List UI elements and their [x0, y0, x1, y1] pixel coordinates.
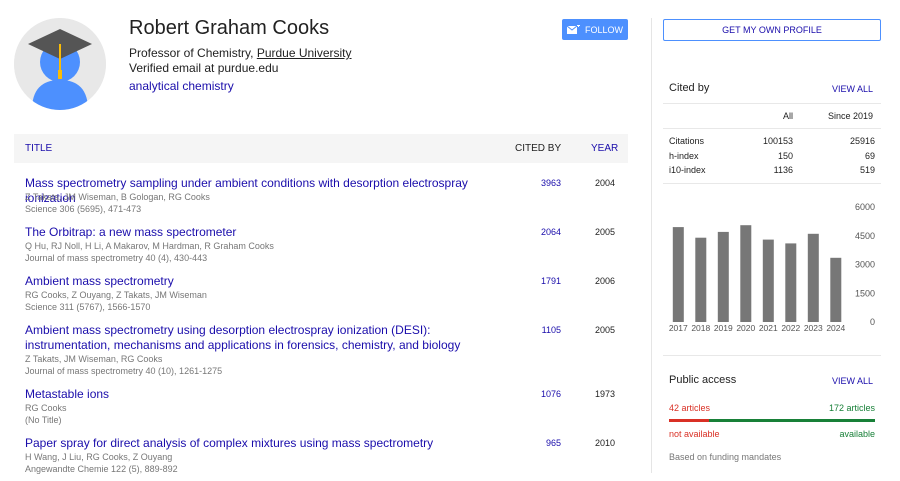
- divider: [663, 103, 881, 104]
- article-authors: RG Cooks, Z Ouyang, Z Takats, JM Wiseman: [25, 290, 207, 300]
- article-authors: Q Hu, RJ Noll, H Li, A Makarov, M Hardma…: [25, 241, 274, 251]
- cited-by-count[interactable]: 3963: [537, 178, 561, 188]
- article-authors: RG Cooks: [25, 403, 67, 413]
- article-year: 2010: [595, 438, 616, 448]
- chart-bar-2021[interactable]: [762, 239, 774, 322]
- divider: [663, 355, 881, 356]
- not-available-label: not available: [669, 429, 720, 439]
- column-divider: [651, 18, 652, 473]
- article-venue: (No Title): [25, 415, 62, 425]
- stat-row-i10-index: i10-index 1136 519: [669, 165, 877, 179]
- profile-affiliation: Professor of Chemistry, Purdue Universit…: [129, 46, 352, 60]
- col-all: All: [783, 111, 794, 121]
- article-venue: Angewandte Chemie 122 (5), 889-892: [25, 464, 178, 474]
- col-cited-by[interactable]: CITED BY: [515, 143, 561, 154]
- chart-bar-2018[interactable]: [695, 237, 707, 322]
- sort-by-year[interactable]: YEAR: [591, 143, 618, 154]
- follow-button[interactable]: FOLLOW: [562, 19, 628, 40]
- stat-since: 69: [864, 151, 875, 161]
- y-tick-label: 6000: [855, 202, 875, 212]
- not-available-fill: [669, 419, 710, 422]
- article-title[interactable]: Metastable ions: [25, 387, 515, 402]
- article-year: 2004: [595, 178, 616, 188]
- article-venue: Journal of mass spectrometry 40 (10), 12…: [25, 366, 223, 376]
- x-tick-label: 2021: [759, 323, 778, 333]
- article-venue: Science 311 (5767), 1566-1570: [25, 302, 151, 312]
- chart-bar-2022[interactable]: [785, 243, 797, 322]
- article-authors: Z Takats, JM Wiseman, RG Cooks: [25, 354, 163, 364]
- article-authors: H Wang, J Liu, RG Cooks, Z Ouyang: [25, 452, 173, 462]
- article-title[interactable]: The Orbitrap: a new mass spectrometer: [25, 225, 515, 240]
- article-year: 2005: [595, 227, 616, 237]
- y-tick-label: 3000: [855, 260, 875, 270]
- x-tick-label: 2023: [804, 323, 823, 333]
- stat-label: Citations: [669, 136, 705, 146]
- cited-by-count[interactable]: 1076: [537, 389, 561, 399]
- cited-by-count[interactable]: 1791: [537, 276, 561, 286]
- y-tick-label: 4500: [855, 231, 875, 241]
- avatar: [14, 18, 106, 110]
- stat-row-citations: Citations 100153 25916: [669, 136, 877, 150]
- article-venue: Science 306 (5695), 471-473: [25, 204, 142, 214]
- articles-table-header: TITLE CITED BY YEAR: [14, 134, 628, 163]
- funding-mandates-note: Based on funding mandates: [669, 452, 782, 462]
- get-own-profile-button[interactable]: GET MY OWN PROFILE: [663, 19, 881, 41]
- article-authors: Z Takats, JM Wiseman, B Gologan, RG Cook…: [25, 192, 210, 202]
- sort-by-title[interactable]: TITLE: [25, 143, 52, 154]
- affiliation-text: Professor of Chemistry,: [129, 46, 257, 60]
- stat-label: h-index: [669, 151, 699, 161]
- stat-row-h-index: h-index 150 69: [669, 151, 877, 165]
- cited-by-heading: Cited by: [669, 82, 710, 94]
- col-since: Since 2019: [828, 111, 874, 121]
- x-tick-label: 2022: [781, 323, 800, 333]
- stat-all: 150: [777, 151, 793, 161]
- y-tick-label: 1500: [855, 288, 875, 298]
- x-tick-label: 2019: [714, 323, 733, 333]
- x-tick-label: 2018: [691, 323, 710, 333]
- article-title[interactable]: Paper spray for direct analysis of compl…: [25, 436, 515, 451]
- public-access-heading: Public access: [669, 374, 737, 386]
- verified-email: Verified email at purdue.edu: [129, 61, 279, 75]
- available-count-link[interactable]: 172 articles: [829, 403, 875, 413]
- profile-name: Robert Graham Cooks: [129, 17, 330, 39]
- cited-by-view-all-link[interactable]: VIEW ALL: [832, 84, 873, 94]
- chart-bar-2023[interactable]: [807, 233, 819, 322]
- cited-by-count[interactable]: 965: [537, 438, 561, 448]
- divider: [663, 183, 881, 184]
- stat-since: 25916: [849, 136, 875, 146]
- available-label: available: [839, 429, 875, 439]
- article-venue: Journal of mass spectrometry 40 (4), 430…: [25, 253, 208, 263]
- chart-bar-2019[interactable]: [717, 231, 729, 322]
- cited-by-count[interactable]: 2064: [537, 227, 561, 237]
- chart-bar-2017[interactable]: [672, 227, 684, 322]
- x-tick-label: 2017: [669, 323, 688, 333]
- article-year: 2006: [595, 276, 616, 286]
- public-access-progress-bar: [669, 419, 875, 422]
- stat-label: i10-index: [669, 165, 706, 175]
- follow-label: FOLLOW: [584, 24, 623, 35]
- stat-all: 100153: [762, 136, 793, 146]
- x-tick-label: 2020: [736, 323, 755, 333]
- cited-by-count[interactable]: 1105: [537, 325, 561, 335]
- article-title[interactable]: Ambient mass spectrometry using desorpti…: [25, 323, 515, 353]
- y-tick-label: 0: [870, 317, 875, 327]
- article-year: 1973: [595, 389, 616, 399]
- article-year: 2005: [595, 325, 616, 335]
- divider: [663, 128, 881, 129]
- citations-bar-chart: 2017 2018 2019 2020 2021 2022 2023 2024 6000 4500…: [669, 202, 875, 333]
- mail-plus-icon: [566, 24, 580, 34]
- chart-bar-2020[interactable]: [740, 225, 752, 322]
- x-tick-label: 2024: [826, 323, 845, 333]
- stat-all: 1136: [773, 165, 793, 175]
- public-access-view-all-link[interactable]: VIEW ALL: [832, 376, 873, 386]
- stat-since: 519: [859, 165, 875, 175]
- article-title[interactable]: Ambient mass spectrometry: [25, 274, 515, 289]
- graduate-avatar-icon: [14, 18, 106, 110]
- chart-bar-2024[interactable]: [830, 257, 842, 322]
- affiliation-link[interactable]: Purdue University: [257, 46, 352, 60]
- interest-link[interactable]: analytical chemistry: [129, 79, 234, 93]
- not-available-count-link[interactable]: 42 articles: [669, 403, 710, 413]
